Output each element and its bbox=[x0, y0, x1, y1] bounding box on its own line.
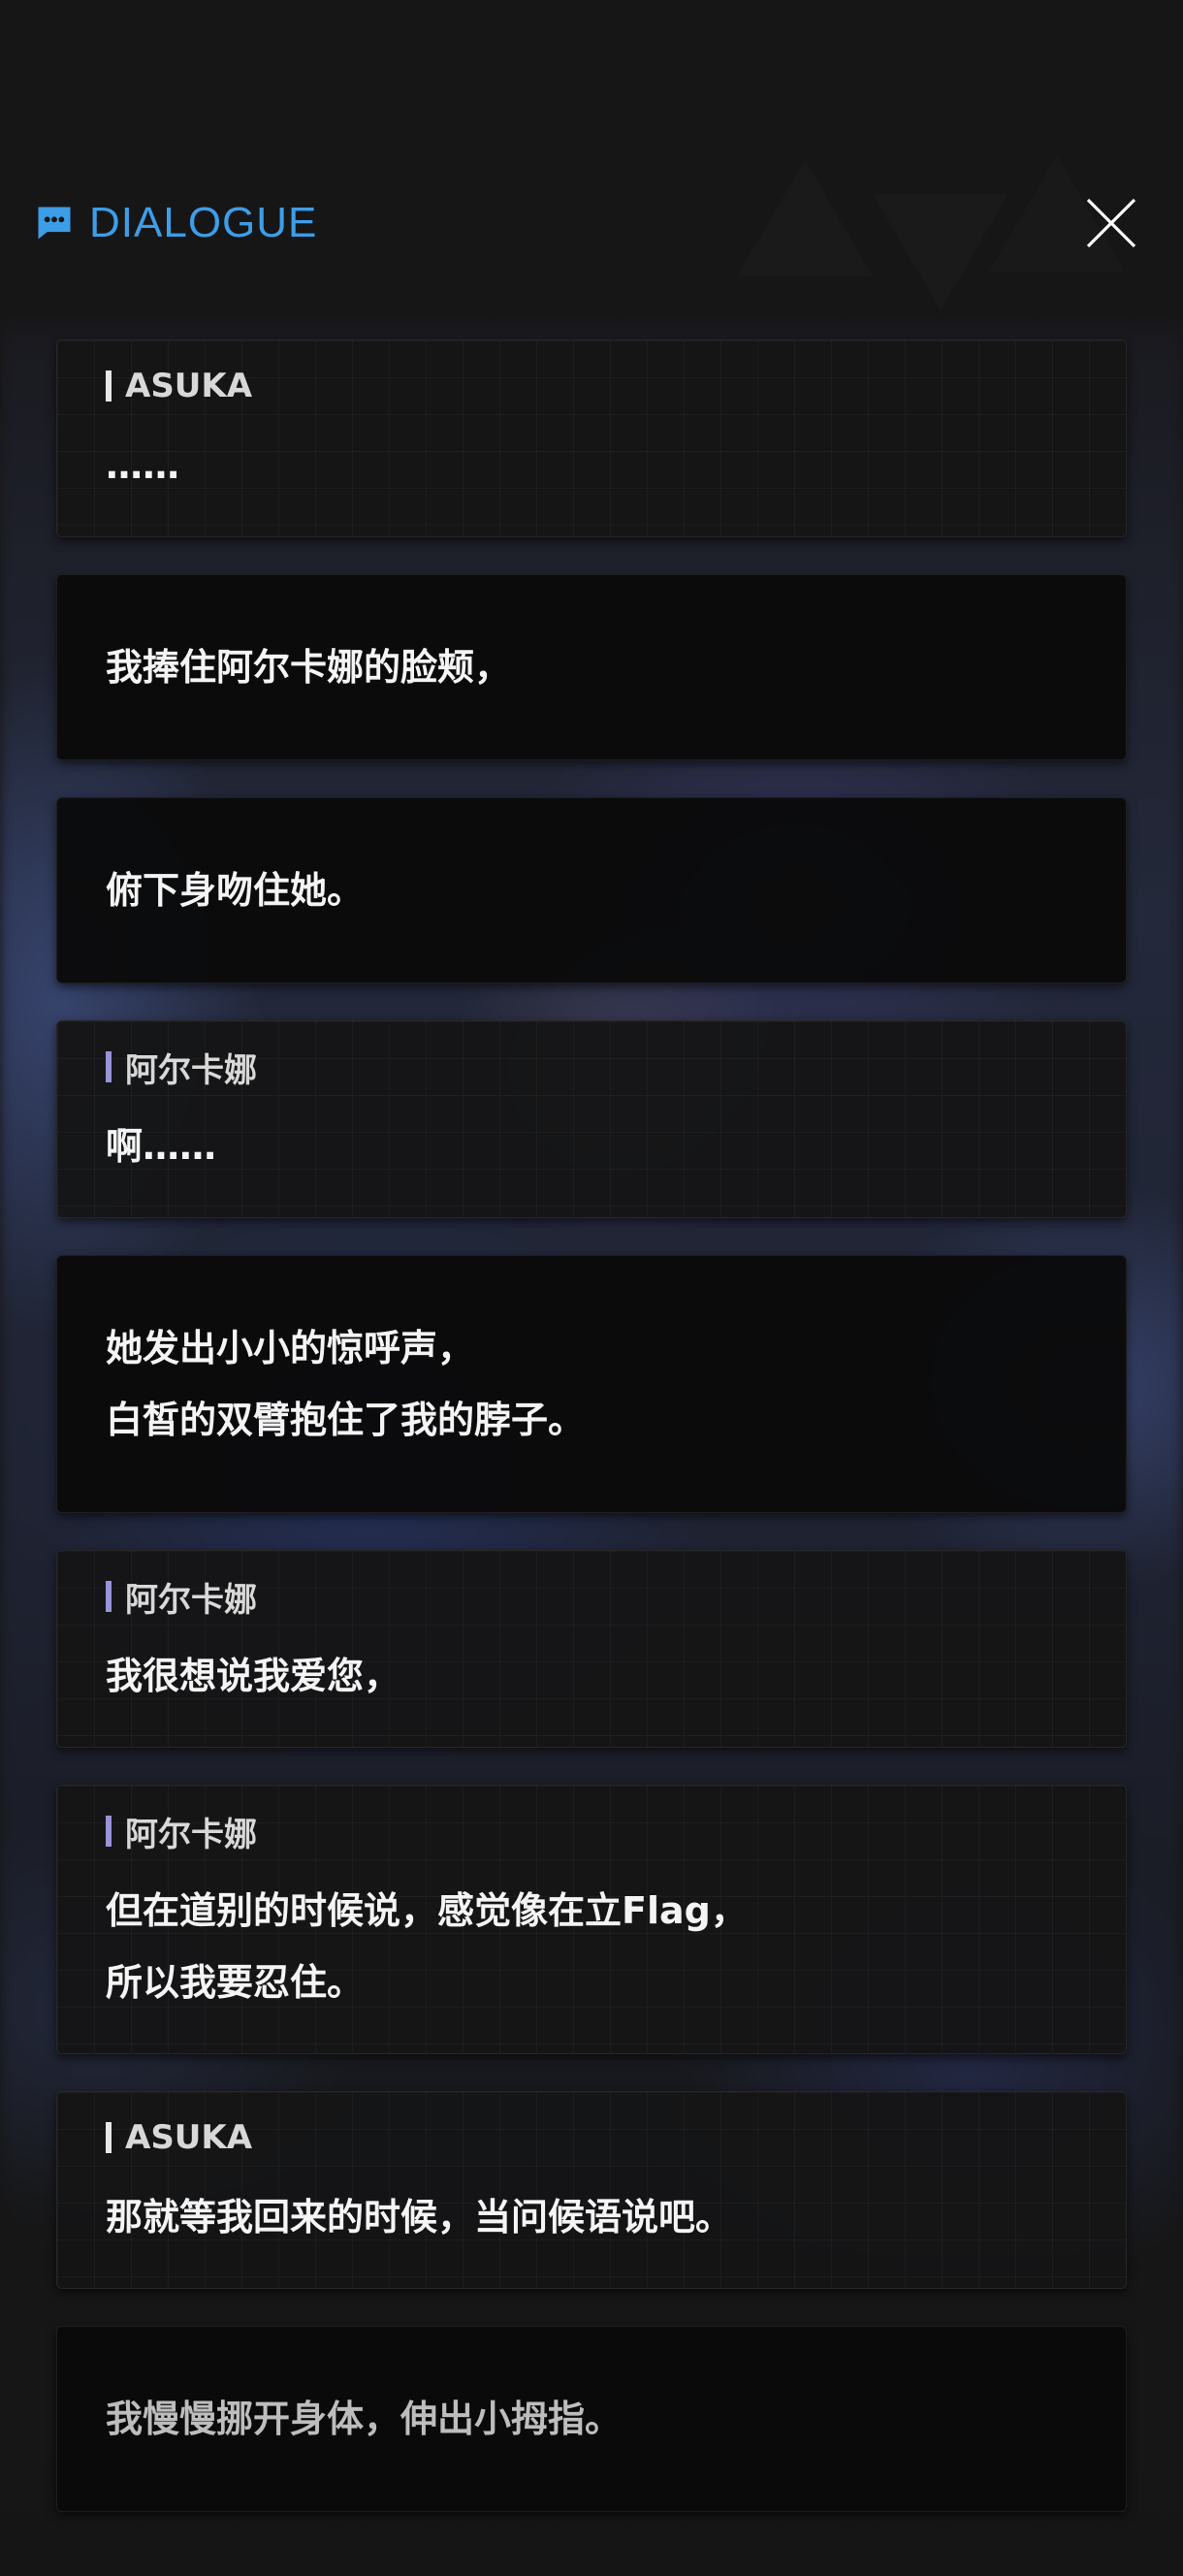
speaker-label: ASUKA bbox=[125, 2118, 253, 2157]
speaker-label: ASUKA bbox=[125, 367, 253, 405]
narration-text: 俯下身吻住她。 bbox=[106, 869, 365, 912]
speaker-marker bbox=[106, 2122, 112, 2153]
dialogue-entry: 阿尔卡娜 啊…… bbox=[56, 1020, 1127, 1218]
chat-icon bbox=[38, 207, 71, 240]
dialogue-text: 我很想说我爱您， bbox=[106, 1655, 401, 1697]
speaker-label: 阿尔卡娜 bbox=[125, 1580, 257, 1620]
dialogue-title-text: DIALOGUE bbox=[89, 199, 318, 246]
speaker-marker bbox=[106, 370, 112, 402]
speaker-name: ASUKA bbox=[106, 364, 1077, 408]
dialogue-text: …… bbox=[106, 444, 179, 487]
speaker-name: 阿尔卡娜 bbox=[106, 1045, 1077, 1090]
dialogue-log-list[interactable]: ASUKA …… 我捧住阿尔卡娜的脸颊， 俯下身吻住她。 阿尔卡娜 啊…… 她发… bbox=[56, 339, 1127, 2549]
speaker-marker bbox=[106, 1816, 112, 1847]
speaker-name: ASUKA bbox=[106, 2115, 1077, 2160]
speaker-marker bbox=[106, 1581, 112, 1612]
close-icon[interactable] bbox=[1084, 196, 1138, 250]
narration-entry: 我慢慢挪开身体，伸出小拇指。 bbox=[56, 2326, 1127, 2512]
dialogue-header: DIALOGUE bbox=[0, 0, 1183, 330]
dialogue-text: 但在道别的时候说，感觉像在立Flag， 所以我要忍住。 bbox=[106, 1889, 748, 2004]
speaker-label: 阿尔卡娜 bbox=[125, 1050, 257, 1090]
dialogue-title: DIALOGUE bbox=[33, 199, 317, 247]
dialogue-entry: ASUKA …… bbox=[56, 339, 1127, 537]
dialogue-text: 那就等我回来的时候，当问候语说吧。 bbox=[106, 2196, 733, 2238]
dialogue-text: 啊…… bbox=[106, 1125, 217, 1168]
speaker-name: 阿尔卡娜 bbox=[106, 1809, 1077, 1854]
narration-entry: 俯下身吻住她。 bbox=[56, 797, 1127, 983]
dialogue-log-screen: DIALOGUE ASUKA …… 我捧住阿尔卡娜的脸颊， 俯下身吻住她。 阿尔… bbox=[0, 0, 1183, 2576]
dialogue-entry: 阿尔卡娜 我很想说我爱您， bbox=[56, 1550, 1127, 1748]
narration-text: 我慢慢挪开身体，伸出小拇指。 bbox=[106, 2398, 623, 2440]
narration-entry: 她发出小小的惊呼声， 白皙的双臂抱住了我的脖子。 bbox=[56, 1255, 1127, 1513]
speaker-marker bbox=[106, 1051, 112, 1082]
speaker-name: 阿尔卡娜 bbox=[106, 1574, 1077, 1620]
narration-text: 我捧住阿尔卡娜的脸颊， bbox=[106, 646, 512, 689]
speaker-label: 阿尔卡娜 bbox=[125, 1815, 257, 1854]
narration-entry: 我捧住阿尔卡娜的脸颊， bbox=[56, 574, 1127, 760]
narration-text: 她发出小小的惊呼声， 白皙的双臂抱住了我的脖子。 bbox=[106, 1327, 586, 1441]
dialogue-entry: ASUKA 那就等我回来的时候，当问候语说吧。 bbox=[56, 2091, 1127, 2289]
dialogue-entry: 阿尔卡娜 但在道别的时候说，感觉像在立Flag， 所以我要忍住。 bbox=[56, 1785, 1127, 2054]
